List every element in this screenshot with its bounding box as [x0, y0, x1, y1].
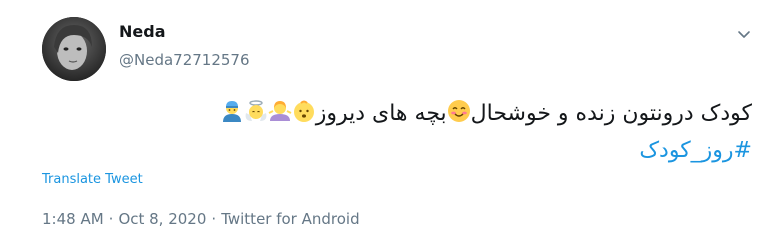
tweet-date[interactable]: Oct 8, 2020	[118, 210, 206, 228]
separator: ·	[211, 210, 217, 228]
tweet-text-part: کودک درونتون زنده و خوشحال	[470, 101, 752, 126]
tweet-text-line: #روز_کودک	[132, 134, 752, 168]
tweet-text-part: بچه های دیروز	[315, 101, 447, 126]
hashtag-link[interactable]: #روز_کودک	[639, 138, 752, 163]
smiling-face-icon	[447, 99, 471, 134]
chevron-down-icon[interactable]	[734, 24, 754, 44]
avatar[interactable]	[42, 17, 106, 81]
baby-icon	[292, 99, 316, 134]
translate-tweet-link[interactable]: Translate Tweet	[42, 171, 143, 189]
author-name[interactable]: Neda	[119, 22, 166, 42]
author-handle[interactable]: @Neda72712576	[119, 50, 250, 70]
tweet-source[interactable]: Twitter for Android	[221, 210, 359, 228]
person-shrugging-icon	[268, 99, 292, 134]
man-mechanic-icon	[220, 99, 244, 134]
tweet-card: Neda @Neda72712576 کودک درونتون زنده و خ…	[0, 0, 770, 245]
tweet-text-line: کودک درونتون زنده و خوشحال بچه های دیروز	[132, 97, 752, 134]
separator: ·	[108, 210, 114, 228]
avatar-image	[42, 17, 106, 81]
baby-angel-icon	[244, 99, 268, 134]
tweet-text: کودک درونتون زنده و خوشحالبچه های دیروز …	[132, 97, 752, 168]
tweet-metadata: 1:48 AM · Oct 8, 2020 · Twitter for Android	[42, 209, 360, 229]
tweet-time[interactable]: 1:48 AM	[42, 210, 104, 228]
